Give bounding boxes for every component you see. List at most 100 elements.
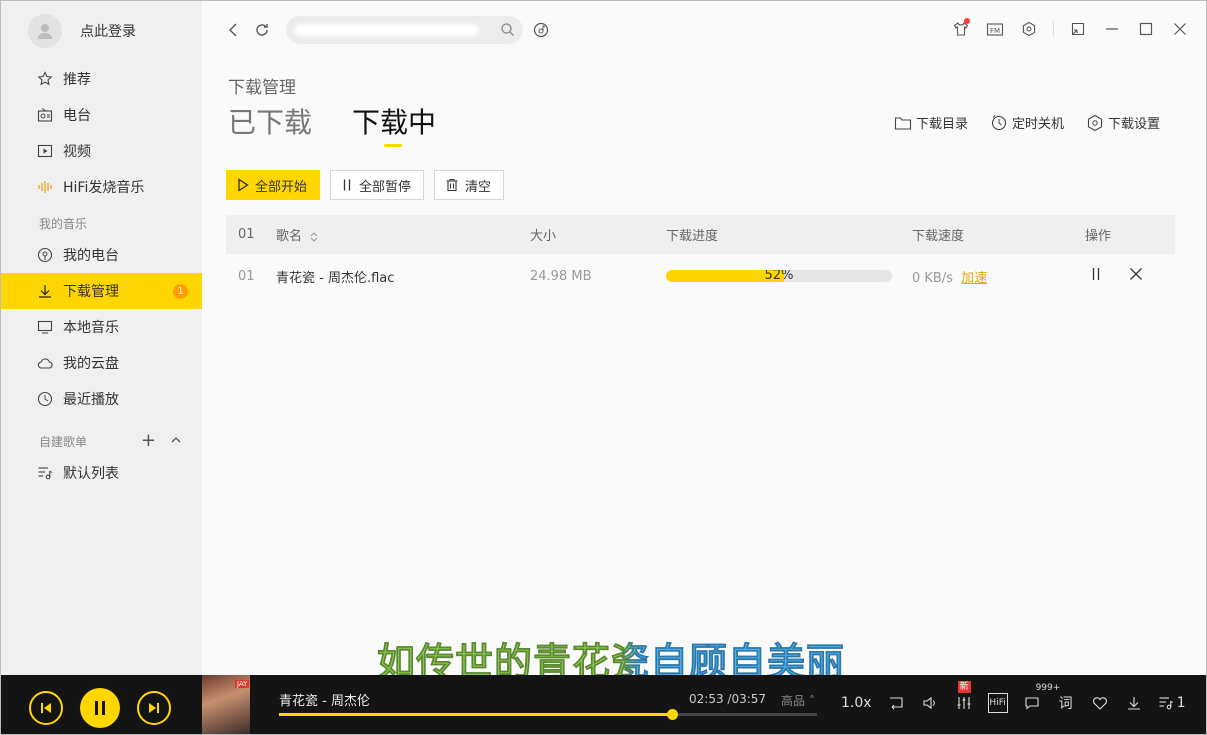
user-login[interactable]: 点此登录 [1,1,202,61]
playback-progress-handle[interactable] [666,709,678,720]
close-icon[interactable] [1170,19,1190,39]
sidebar-item-label: 本地音乐 [63,320,119,336]
quality-selector[interactable]: 高品 ˄ [781,692,815,709]
sidebar-item-label: 推荐 [63,72,91,88]
collapse-icon[interactable] [170,432,182,450]
pause-button[interactable] [80,688,120,728]
new-badge: 新 [957,681,971,693]
lyrics-button[interactable]: 词 [1056,693,1076,713]
play-queue-button[interactable]: 1 [1158,693,1185,713]
sidebar-item-recent[interactable]: 最近播放 [1,381,202,417]
timer-icon [991,114,1007,130]
speed-button[interactable]: 1.0x [841,695,872,711]
header-index: 01 [238,227,255,242]
boost-link[interactable]: 加速 [961,271,987,286]
sidebar-item-label: HiFi发烧音乐 [63,180,145,196]
recognize-icon[interactable] [531,20,551,40]
download-settings-button[interactable]: 下载设置 [1086,113,1160,132]
player-bar: JAY 青花瓷 - 周杰伦 02:53 /03:57 高品 ˄ 1.0x 新 H… [1,675,1206,734]
trash-icon [446,178,458,192]
sidebar-item-local[interactable]: 本地音乐 [1,309,202,345]
sidebar-item-default-list[interactable]: 默认列表 [1,455,202,491]
header-speed: 下载速度 [912,229,965,244]
clear-button[interactable]: 清空 [434,170,505,200]
sidebar-item-video[interactable]: 视频 [1,133,202,169]
sidebar-nav-my: 我的电台 下载管理 1 本地音乐 我的云盘 最近播放 [1,237,202,417]
mini-mode-icon[interactable] [1068,19,1088,39]
sidebar-item-label: 下载管理 [63,284,119,300]
sidebar-item-label: 视频 [63,144,91,160]
repeat-icon[interactable] [886,693,906,713]
header-size: 大小 [530,229,557,244]
row-progress-cell: 52% [666,254,912,298]
playlist-icon [38,467,53,480]
favorite-icon[interactable] [1090,693,1110,713]
pause-all-label: 全部暂停 [359,179,412,195]
scheduled-shutdown-label: 定时关机 [1011,117,1064,132]
queue-icon [1159,697,1173,710]
tab-downloading[interactable]: 下载中 [352,105,436,147]
sidebar-item-label: 我的云盘 [63,356,119,372]
next-button[interactable] [137,691,171,725]
sort-icon[interactable] [310,231,318,243]
hex-settings-icon [1087,114,1103,131]
row-pause-icon[interactable] [1091,267,1111,285]
sidebar-item-recommend[interactable]: 推荐 [1,61,202,97]
sidebar-item-hifi[interactable]: HiFi发烧音乐 [1,169,202,205]
sidebar-item-radio[interactable]: 电台 [1,97,202,133]
search-icon[interactable] [500,22,515,41]
back-icon[interactable] [224,20,244,40]
fm-icon[interactable]: FM [985,19,1005,39]
add-playlist-icon[interactable]: + [141,432,156,450]
tab-downloaded[interactable]: 已下载 [228,105,312,141]
toolbar-divider [1053,21,1054,37]
start-all-button[interactable]: 全部开始 [226,170,321,200]
row-size: 24.98 MB [530,268,592,284]
download-progress-bar: 52% [666,270,892,282]
pause-icon [343,179,351,191]
header-song-name[interactable]: 歌名 [264,215,530,254]
volume-icon[interactable] [920,693,940,713]
playlists-title: 自建歌单 [39,435,88,449]
previous-button[interactable] [29,691,63,725]
hifi-button[interactable]: HiFi [987,693,1008,713]
scheduled-shutdown-button[interactable]: 定时关机 [990,113,1064,132]
radio-icon [37,108,53,122]
comments-icon[interactable]: 999+ [1022,683,1060,713]
sidebar-item-my-radio[interactable]: 我的电台 [1,237,202,273]
refresh-icon[interactable] [252,20,272,40]
row-delete-icon[interactable] [1129,267,1149,285]
settings-icon[interactable] [1019,19,1039,39]
skin-icon[interactable] [951,18,971,39]
sidebar-nav-top: 推荐 电台 视频 HiFi发烧音乐 [1,61,202,205]
now-playing-title[interactable]: 青花瓷 - 周杰伦 [279,690,370,709]
play-icon [238,178,249,192]
sidebar: 点此登录 推荐 电台 视频 HiFi发烧音乐 我的音乐 我的电台 下载管理 1 [1,1,202,677]
row-speed-cell: 0 KB/s 加速 [912,254,1085,298]
maximize-icon[interactable] [1136,19,1156,39]
player-right-controls: 1.0x 新 HiFi 999+ 词 1 [841,681,1185,713]
table-header-row: 01 歌名 大小 下载进度 下载速度 操作 [226,215,1175,254]
header-ops: 操作 [1085,229,1112,244]
minimize-icon[interactable] [1102,19,1122,39]
row-ops [1085,254,1175,298]
album-cover[interactable]: JAY [202,675,250,734]
table-row[interactable]: 01 青花瓷 - 周杰伦.flac 24.98 MB 52% 0 KB/s 加速 [226,254,1175,298]
equalizer-icon[interactable]: 新 [954,681,974,713]
download-icon[interactable] [1124,693,1144,713]
login-label[interactable]: 点此登录 [80,21,136,41]
folder-icon [894,116,912,130]
sidebar-item-download[interactable]: 下载管理 1 [1,273,202,309]
main-panel: FM 下载管理 已下载 下载中 下载目录 定时关机 下载设置 全部开始 全部暂停… [202,1,1206,677]
playback-progress[interactable] [279,709,817,720]
download-folder-label: 下载目录 [915,117,968,132]
download-tabs: 已下载 下载中 [228,105,436,147]
header-song-name-label: 歌名 [276,229,303,244]
pause-all-button[interactable]: 全部暂停 [330,170,425,200]
cloud-icon [37,358,53,369]
avatar[interactable] [28,14,62,48]
header-progress: 下载进度 [666,229,719,244]
sidebar-item-cloud[interactable]: 我的云盘 [1,345,202,381]
search-box[interactable] [286,16,523,44]
download-folder-button[interactable]: 下载目录 [894,113,968,132]
